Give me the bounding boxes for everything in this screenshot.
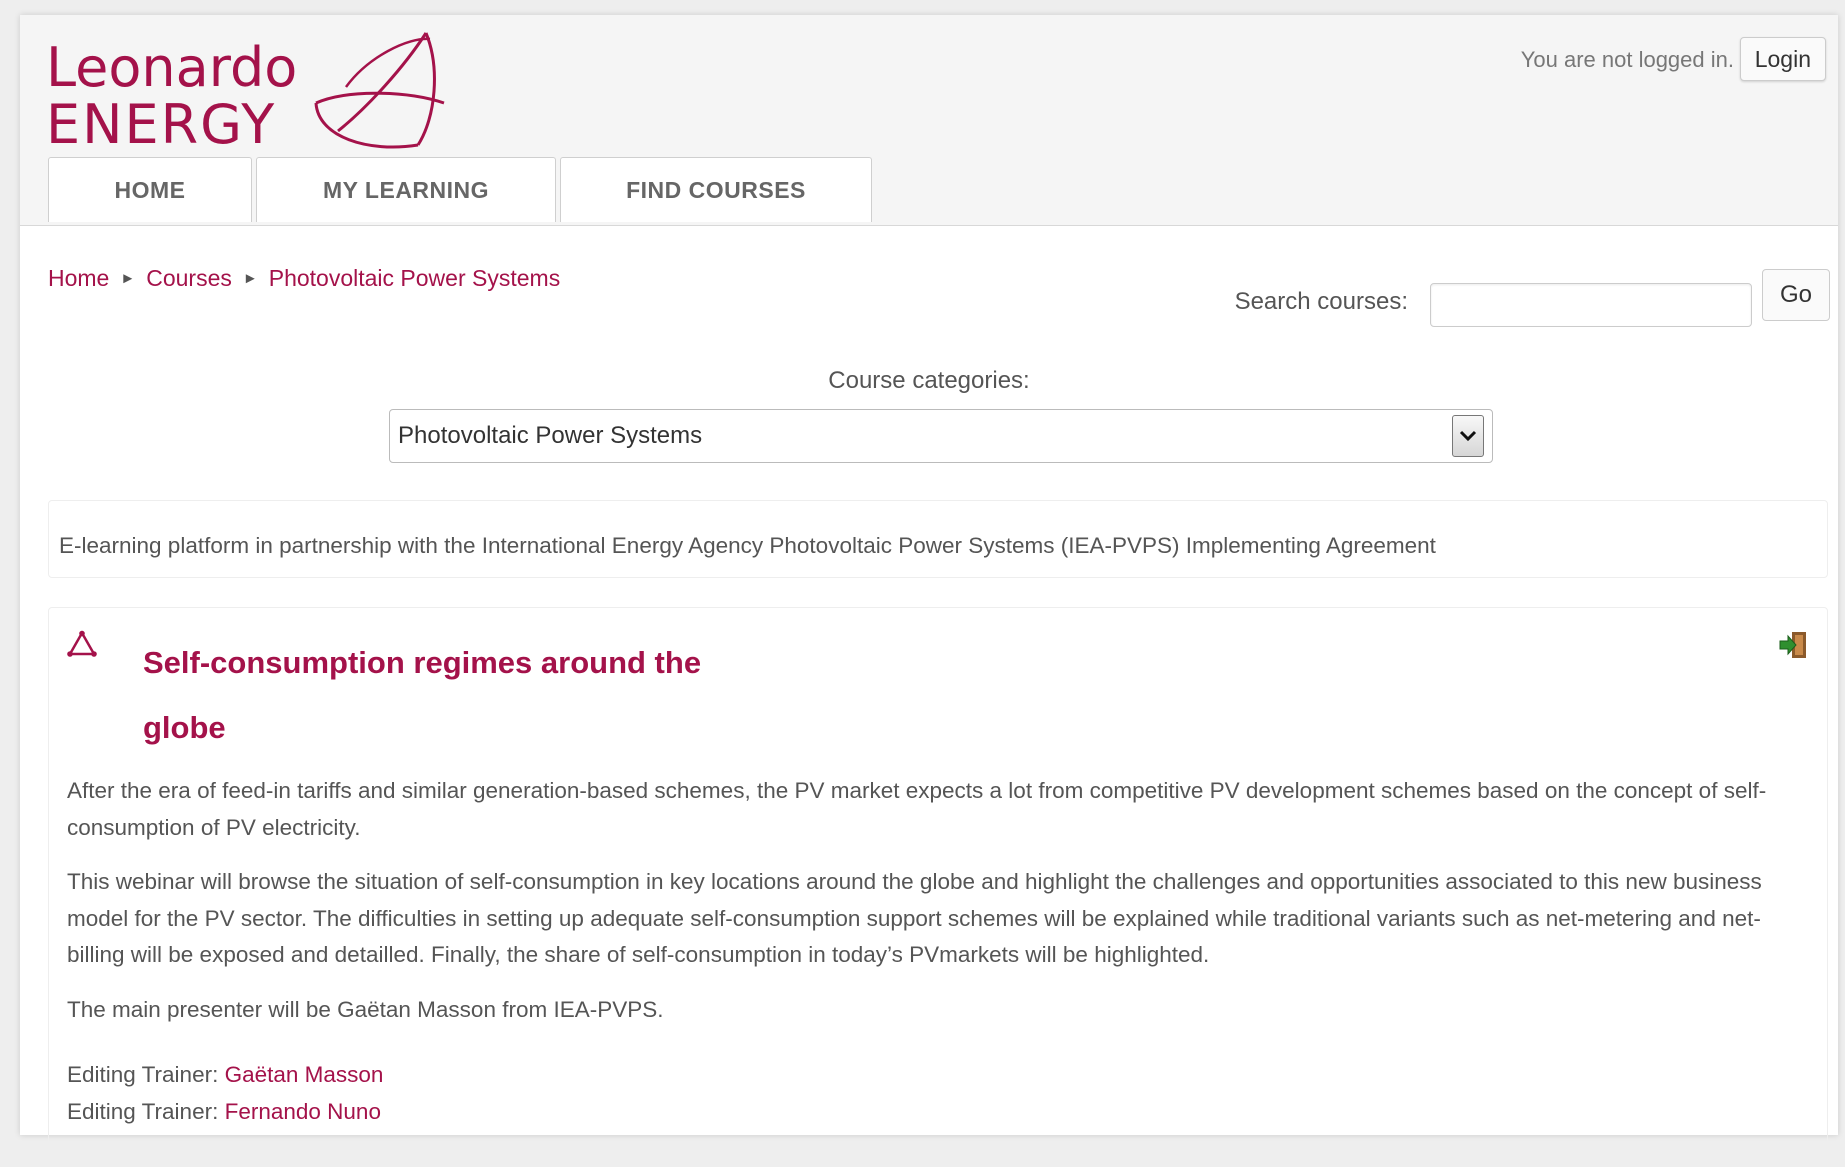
course-title-link[interactable]: Self-consumption regimes around the glob… <box>143 630 783 760</box>
dropdown-arrow-icon[interactable] <box>1452 415 1484 457</box>
breadcrumb: Home ► Courses ► Photovoltaic Power Syst… <box>48 265 560 292</box>
tab-my-learning[interactable]: MY LEARNING <box>256 157 556 222</box>
trainer-role: Editing Trainer: <box>67 1062 219 1087</box>
course-summary-paragraph: This webinar will browse the situation o… <box>67 869 1762 967</box>
trainer-name-link[interactable]: Fernando Nuno <box>225 1099 381 1124</box>
breadcrumb-separator: ► <box>242 270 258 287</box>
trainer-row: Editing Trainer: Fernando Nuno <box>67 1093 1809 1130</box>
logo-line2: ENERGY <box>46 93 277 156</box>
course-listing: Self-consumption regimes around the glob… <box>48 607 1828 1167</box>
course-summary-paragraph: The main presenter will be Gaëtan Masson… <box>67 996 664 1022</box>
category-select-value: Photovoltaic Power Systems <box>398 422 703 449</box>
page: Leonardo ENERGY You are not logged in. L… <box>20 15 1838 1167</box>
course-summary-paragraph: After the era of feed-in tariffs and sim… <box>67 778 1767 840</box>
header: Leonardo ENERGY You are not logged in. L… <box>20 15 1838 226</box>
course-icon <box>67 630 97 657</box>
leonardo-energy-logo-mark-icon <box>314 32 445 149</box>
course-trainers: Editing Trainer: Gaëtan Masson Editing T… <box>67 1056 1809 1130</box>
logo-text: Leonardo ENERGY <box>46 39 297 153</box>
category-description: E-learning platform in partnership with … <box>48 500 1828 578</box>
course-title-line2: globe <box>143 710 226 745</box>
main-nav: HOME MY LEARNING FIND COURSES <box>48 157 872 222</box>
breadcrumb-separator: ► <box>120 270 136 287</box>
breadcrumb-home[interactable]: Home <box>48 265 109 292</box>
course-title-line1: Self-consumption regimes around the <box>143 645 702 680</box>
breadcrumb-courses[interactable]: Courses <box>146 265 232 292</box>
site-logo[interactable]: Leonardo ENERGY <box>46 27 446 157</box>
categories-label: Course categories: <box>828 367 1030 394</box>
logo-line1: Leonardo <box>46 36 298 99</box>
trainer-row: Editing Trainer: Gaëtan Masson <box>67 1056 1809 1093</box>
breadcrumb-category[interactable]: Photovoltaic Power Systems <box>269 265 560 292</box>
trainer-role: Editing Trainer: <box>67 1099 219 1124</box>
search-label: Search courses: <box>1234 288 1408 315</box>
enrol-icon[interactable] <box>1777 630 1809 660</box>
tab-find-courses[interactable]: FIND COURSES <box>560 157 872 222</box>
course-summary: After the era of feed-in tariffs and sim… <box>67 773 1809 1130</box>
category-select[interactable]: Photovoltaic Power Systems <box>389 409 1493 463</box>
tab-home[interactable]: HOME <box>48 157 252 222</box>
search-input[interactable] <box>1430 283 1752 327</box>
category-description-text: E-learning platform in partnership with … <box>59 533 1436 558</box>
trainer-name-link[interactable]: Gaëtan Masson <box>225 1062 384 1087</box>
login-status: You are not logged in. <box>1520 47 1734 72</box>
search-go-button[interactable]: Go <box>1762 269 1830 321</box>
login-button[interactable]: Login <box>1739 37 1826 81</box>
